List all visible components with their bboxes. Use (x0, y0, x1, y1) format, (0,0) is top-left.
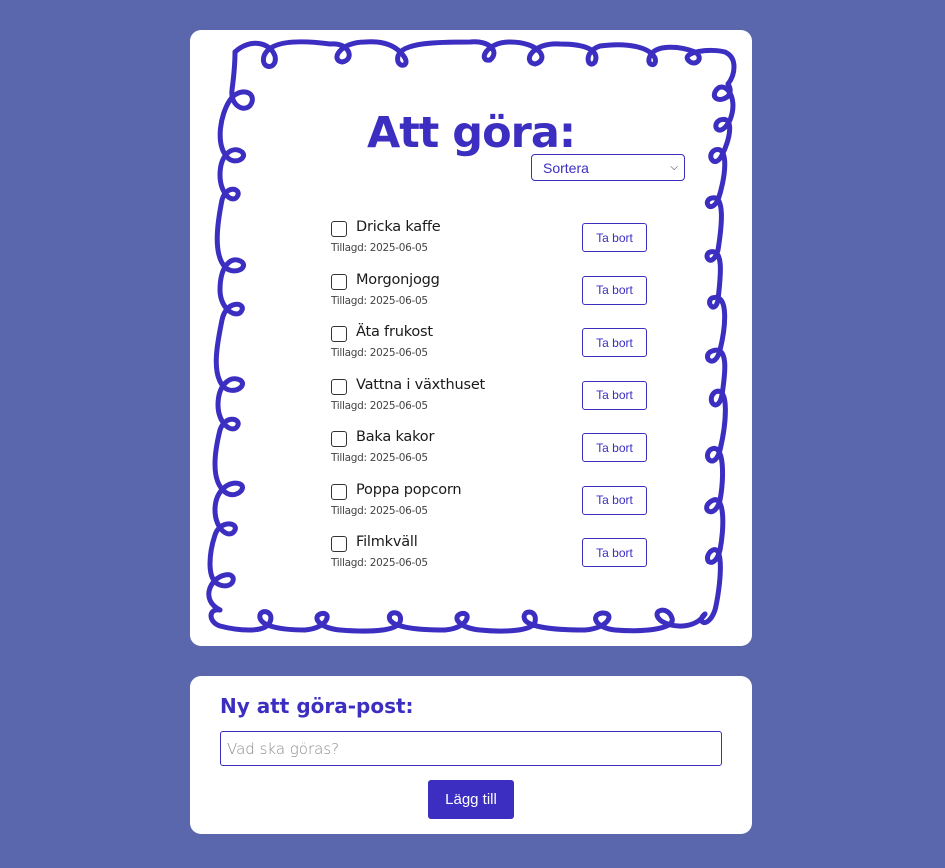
todo-item-text: Poppa popcorn (356, 481, 462, 498)
todo-card: Att göra: Sortera ⌵ Dricka kaffe Tillagd… (190, 30, 752, 646)
add-button[interactable]: Lägg till (428, 780, 514, 819)
todo-item-date: Tillagd: 2025-06-05 (331, 557, 428, 569)
delete-button[interactable]: Ta bort (582, 433, 647, 462)
todo-item-text: Baka kakor (356, 429, 435, 445)
new-item-title: Ny att göra-post: (220, 694, 414, 718)
todo-item-text: Dricka kaffe (356, 219, 441, 235)
todo-item-text: Äta frukost (356, 324, 433, 340)
list-item: Poppa popcorn Tillagd: 2025-06-05 Ta bor… (331, 478, 649, 531)
list-item: Morgonjogg Tillagd: 2025-06-05 Ta bort (331, 268, 649, 321)
todo-item-date: Tillagd: 2025-06-05 (331, 242, 428, 254)
delete-button[interactable]: Ta bort (582, 328, 647, 357)
todo-item-text: Filmkväll (356, 534, 418, 550)
todo-item-date: Tillagd: 2025-06-05 (331, 294, 428, 307)
delete-button[interactable]: Ta bort (582, 485, 647, 515)
add-todo-card: Ny att göra-post: Lägg till (190, 676, 752, 834)
delete-button[interactable]: Ta bort (582, 275, 647, 305)
new-item-input[interactable] (220, 731, 722, 766)
list-item: Dricka kaffe Tillagd: 2025-06-05 Ta bort (331, 215, 649, 268)
delete-button[interactable]: Ta bort (582, 380, 647, 410)
list-item: Filmkväll Tillagd: 2025-06-05 Ta bort (331, 530, 649, 583)
todo-item-date: Tillagd: 2025-06-05 (331, 399, 428, 412)
chevron-down-icon: ⌵ (670, 162, 678, 173)
todo-checkbox[interactable] (331, 273, 347, 290)
list-item: Baka kakor Tillagd: 2025-06-05 Ta bort (331, 425, 649, 478)
sort-select[interactable]: Sortera ⌵ (531, 154, 685, 181)
todo-item-text: Vattna i växthuset (356, 376, 486, 393)
todo-checkbox[interactable] (331, 221, 347, 237)
sort-select-value: Sortera (543, 159, 589, 176)
todo-list: Dricka kaffe Tillagd: 2025-06-05 Ta bort… (331, 215, 649, 583)
todo-checkbox[interactable] (331, 483, 347, 500)
page-title: Att göra: (366, 108, 576, 158)
todo-checkbox[interactable] (331, 378, 347, 395)
list-item: Vattna i växthuset Tillagd: 2025-06-05 T… (331, 373, 649, 426)
todo-item-date: Tillagd: 2025-06-05 (331, 452, 428, 464)
todo-checkbox[interactable] (331, 431, 347, 447)
list-item: Äta frukost Tillagd: 2025-06-05 Ta bort (331, 320, 649, 373)
delete-button[interactable]: Ta bort (582, 538, 647, 567)
todo-checkbox[interactable] (331, 326, 347, 342)
delete-button[interactable]: Ta bort (582, 223, 647, 252)
todo-item-date: Tillagd: 2025-06-05 (331, 504, 428, 517)
todo-item-text: Morgonjogg (356, 271, 440, 288)
todo-checkbox[interactable] (331, 536, 347, 552)
todo-item-date: Tillagd: 2025-06-05 (331, 347, 428, 359)
